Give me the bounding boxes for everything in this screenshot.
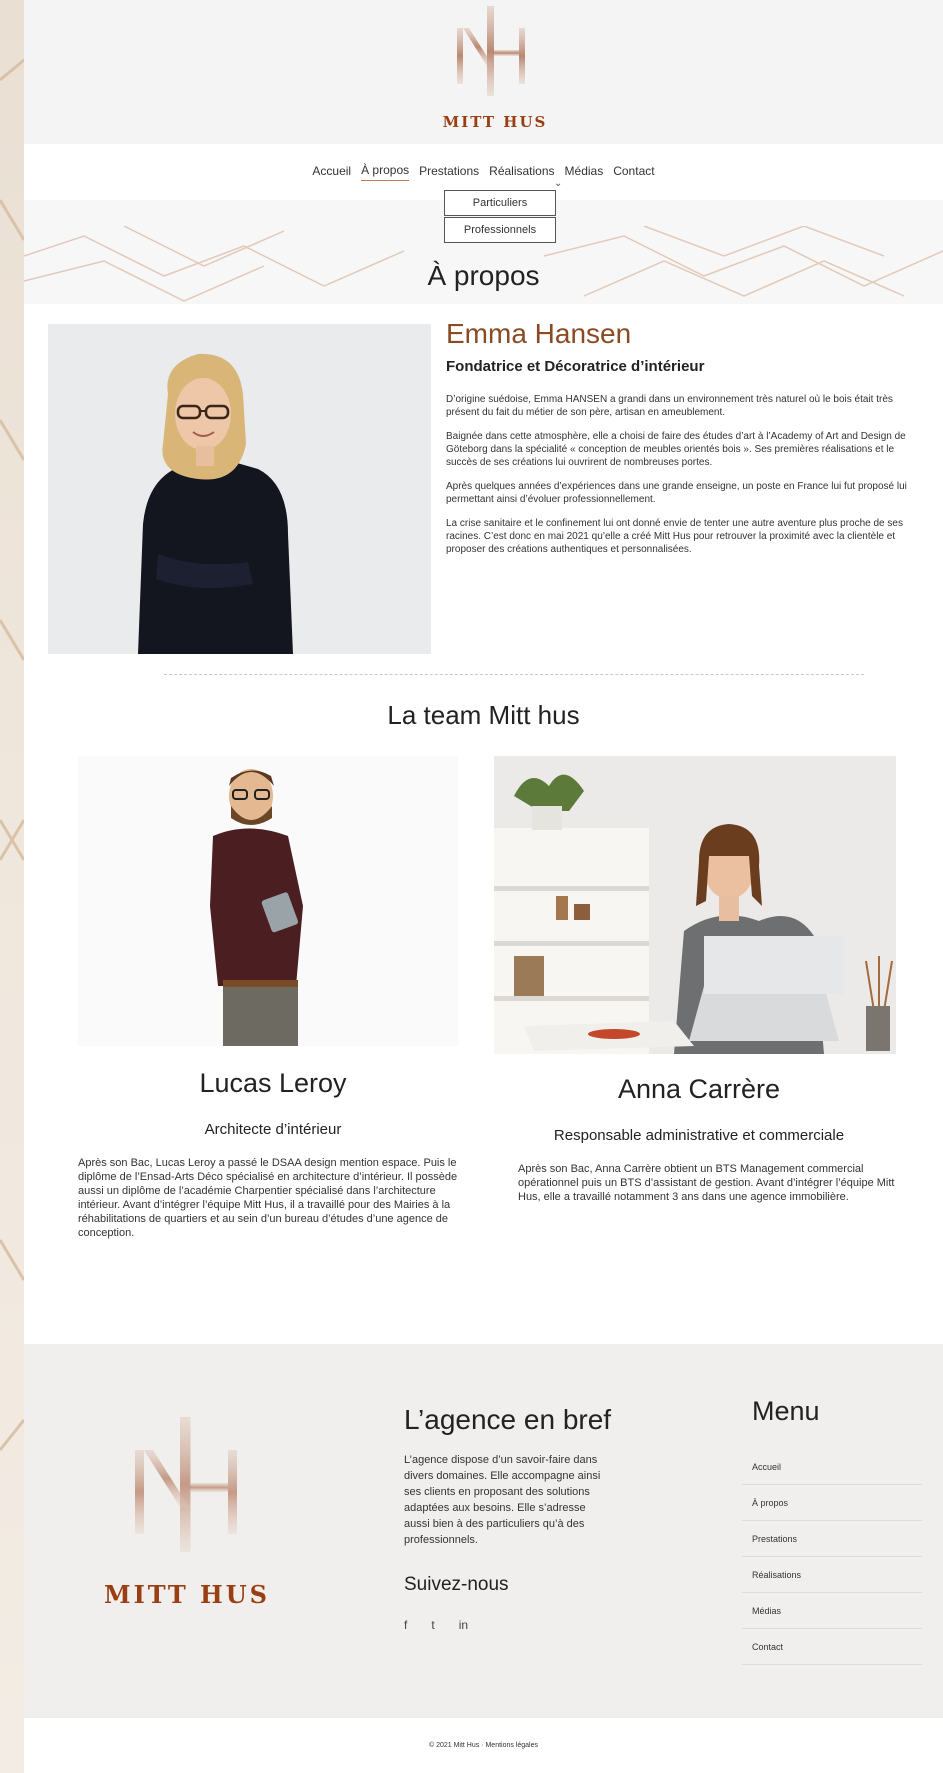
linkedin-icon[interactable]: in bbox=[459, 1618, 468, 1632]
site-footer: MITT HUS L’agence en bref L’agence dispo… bbox=[24, 1344, 943, 1718]
member-photo bbox=[494, 756, 896, 1054]
footer-menu-item-contact[interactable]: Contact bbox=[742, 1629, 922, 1665]
chevron-down-icon[interactable]: ⌄ bbox=[554, 178, 562, 189]
member-photo bbox=[78, 756, 458, 1046]
logo-wordmark[interactable]: MITT HUS bbox=[430, 113, 560, 131]
side-pattern bbox=[0, 58, 24, 1451]
founder-name: Emma Hansen bbox=[446, 318, 632, 349]
footer-menu-item-realisations[interactable]: Réalisations bbox=[742, 1557, 922, 1593]
member-bio: Après son Bac, Lucas Leroy a passé le DS… bbox=[78, 1157, 458, 1239]
realisations-dropdown: Particuliers Professionnels bbox=[444, 190, 556, 244]
footer-logo-wordmark[interactable]: MITT HUS bbox=[92, 1580, 282, 1609]
footer-menu-item-a-propos[interactable]: À propos bbox=[742, 1485, 922, 1521]
footer-menu-item-medias[interactable]: Médias bbox=[742, 1593, 922, 1629]
member-name: Anna Carrère bbox=[617, 1074, 781, 1104]
logo-monogram[interactable] bbox=[453, 4, 533, 104]
twitter-icon[interactable]: t bbox=[431, 1618, 434, 1632]
facebook-icon[interactable]: f bbox=[404, 1618, 407, 1632]
member-portrait bbox=[494, 756, 896, 1054]
member-portrait bbox=[78, 756, 458, 1046]
founder-paragraph: D’origine suédoise, Emma HANSEN a grandi… bbox=[446, 394, 893, 418]
nav-item-prestations[interactable]: Prestations bbox=[419, 164, 479, 181]
header-logo-band: MITT HUS bbox=[24, 0, 943, 144]
nav-item-contact[interactable]: Contact bbox=[613, 164, 654, 181]
nav-item-accueil[interactable]: Accueil bbox=[312, 164, 351, 181]
footer-about-text: L’agence dispose d’un savoir-faire dans … bbox=[404, 1454, 601, 1546]
member-role: Responsable administrative et commercial… bbox=[553, 1127, 845, 1144]
footer-menu-list: Accueil À propos Prestations Réalisation… bbox=[742, 1449, 922, 1665]
footer-menu-item-prestations[interactable]: Prestations bbox=[742, 1521, 922, 1557]
dropdown-item-professionnels[interactable]: Professionnels bbox=[444, 217, 556, 243]
member-role: Architecte d’intérieur bbox=[204, 1121, 342, 1138]
page-title: À propos bbox=[427, 260, 540, 291]
team-title: La team Mitt hus bbox=[387, 700, 580, 730]
page: MITT HUS Accueil À propos Prestations Ré… bbox=[24, 0, 943, 1773]
team-member-card: Lucas Leroy Architecte d’intérieur Après… bbox=[78, 756, 468, 1240]
nav-item-medias[interactable]: Médias bbox=[565, 164, 604, 181]
nav-item-a-propos[interactable]: À propos bbox=[361, 163, 410, 181]
founder-paragraph: Baignée dans cette atmosphère, elle a ch… bbox=[446, 431, 906, 468]
social-links: f t in bbox=[404, 1618, 624, 1632]
founder-paragraph: Après quelques années d’expériences dans… bbox=[446, 481, 907, 505]
footer-follow-title: Suivez-nous bbox=[404, 1574, 509, 1595]
section-divider bbox=[164, 674, 864, 675]
footer-menu: Menu Accueil À propos Prestations Réalis… bbox=[742, 1396, 922, 1665]
footer-logo-monogram[interactable] bbox=[124, 1414, 254, 1564]
copyright[interactable]: © 2021 Mitt Hus · Mentions légales bbox=[24, 1718, 943, 1773]
team-member-card: Anna Carrère Responsable administrative … bbox=[494, 756, 904, 1204]
founder-section: Emma Hansen Fondatrice et Décoratrice d’… bbox=[24, 304, 943, 684]
footer-menu-title: Menu bbox=[752, 1396, 820, 1426]
founder-role: Fondatrice et Décoratrice d’intérieur bbox=[446, 358, 705, 375]
founder-portrait bbox=[48, 324, 431, 654]
nav-item-realisations[interactable]: Réalisations bbox=[489, 164, 554, 181]
side-decor-strip bbox=[0, 0, 24, 1773]
member-name: Lucas Leroy bbox=[199, 1068, 347, 1098]
founder-photo bbox=[48, 324, 431, 654]
founder-info: Emma Hansen Fondatrice et Décoratrice d’… bbox=[446, 318, 916, 567]
member-bio: Après son Bac, Anna Carrère obtient un B… bbox=[518, 1163, 895, 1203]
dropdown-item-particuliers[interactable]: Particuliers bbox=[444, 190, 556, 216]
footer-menu-item-accueil[interactable]: Accueil bbox=[742, 1449, 922, 1485]
footer-about-title: L’agence en bref bbox=[404, 1404, 612, 1435]
footer-about: L’agence en bref L’agence dispose d’un s… bbox=[404, 1404, 624, 1632]
founder-paragraph: La crise sanitaire et le confinement lui… bbox=[446, 518, 903, 555]
